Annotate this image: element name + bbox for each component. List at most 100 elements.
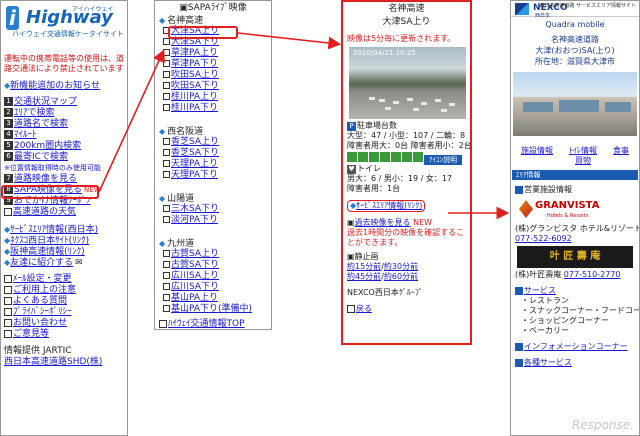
back-link[interactable]: 戻る xyxy=(356,304,372,313)
sapa-item[interactable]: 淡河PA下り xyxy=(155,215,271,226)
menu-item-label[interactable]: 道路映像を見る xyxy=(14,174,77,184)
external-link[interactable]: ◆ｻｰﾋﾞｽｴﾘｱ情報(西日本) xyxy=(1,224,127,235)
sapa-item-label[interactable]: 吹田SA上り xyxy=(171,70,219,80)
sapa-item-label[interactable]: 草津PA上り xyxy=(171,48,218,58)
sapa-item-label[interactable]: 広川SA下り xyxy=(171,282,219,292)
menu-item[interactable]: 2 ｴﾘｱで検索 xyxy=(1,108,127,119)
menu-item[interactable]: ※位置情報取得時のみ使用可能 xyxy=(1,163,127,174)
menu-item-label[interactable]: ﾏｲﾙｰﾄ xyxy=(14,130,37,140)
sapa-item[interactable]: 香芝SA上り xyxy=(155,137,271,148)
menu-item-label[interactable]: 200km圏内検索 xyxy=(14,141,81,151)
sapa-item-label[interactable]: 淡河PA下り xyxy=(171,215,218,225)
parking-icon: P xyxy=(347,122,356,131)
past-video-note: 過去1時間分の映像を確認することができます。 xyxy=(347,228,465,247)
settings-link-label[interactable]: ご意見等 xyxy=(13,329,49,339)
service-icon xyxy=(515,286,523,295)
menu-item-label[interactable]: 交通状況マップ xyxy=(14,97,77,107)
menu-item-label[interactable]: 最寄ICで検索 xyxy=(14,152,68,162)
sapa-item[interactable]: 香芝SA下り xyxy=(155,148,271,159)
watermark: Response. xyxy=(572,418,634,432)
top-link[interactable]: ﾊｲｳｪｲ交通情報TOP xyxy=(168,319,245,329)
tab-shopping[interactable]: 買物 xyxy=(575,156,591,165)
settings-link-label[interactable]: よくある質問 xyxy=(13,296,67,306)
sapa-item-label[interactable]: 桂川PA上り xyxy=(171,92,218,102)
sapa-item[interactable]: 広川SA上り xyxy=(155,271,271,282)
road-group-name: 名神高速 xyxy=(167,16,204,26)
services-link[interactable]: サービス xyxy=(524,286,556,295)
settings-link-label[interactable]: ﾒｰﾙ設定・変更 xyxy=(13,274,72,284)
road-group-name: 九州道 xyxy=(167,239,195,249)
menu-item[interactable]: 4 ﾏｲﾙｰﾄ xyxy=(1,130,127,141)
settings-link[interactable]: ﾌﾟﾗｲﾊﾞｼｰﾎﾟﾘｼｰ xyxy=(1,307,127,318)
menu-item[interactable]: 5 200km圏内検索 xyxy=(1,141,127,152)
external-link[interactable]: ◆友達に紹介する ✉ xyxy=(1,257,127,268)
sapa-item-label[interactable]: 三木SA下り xyxy=(171,204,219,214)
service-item: ・レストラン xyxy=(521,296,569,305)
external-link-label[interactable]: ｻｰﾋﾞｽｴﾘｱ情報(西日本) xyxy=(10,225,98,235)
sapa-item-label[interactable]: 天理PA上り xyxy=(171,159,218,169)
news-link[interactable]: ◆新機能追加のお知らせ xyxy=(1,80,127,91)
sapa-item[interactable]: 天理PA上り xyxy=(155,159,271,170)
settings-link-label[interactable]: ご利用上の注意 xyxy=(13,285,76,295)
sapa-item[interactable]: 古賀SA上り xyxy=(155,249,271,260)
sapa-item-label[interactable]: 広川SA上り xyxy=(171,271,219,281)
sapa-item[interactable]: 桂川PA下り xyxy=(155,103,271,114)
settings-link[interactable]: ﾒｰﾙ設定・変更 xyxy=(1,274,127,285)
sapa-item[interactable]: 三木SA下り xyxy=(155,204,271,215)
menu-item[interactable]: 1 交通状況マップ xyxy=(1,97,127,108)
sapa-item-label[interactable]: 古賀SA上り xyxy=(171,249,219,259)
external-link-label[interactable]: 友達に紹介する xyxy=(10,258,73,268)
tab-toilet[interactable]: ﾄｲﾚ情報 xyxy=(569,146,597,155)
provider-link[interactable]: 西日本高速道路SHD(株) xyxy=(4,357,102,367)
sa-info-link[interactable]: ◆ｻｰﾋﾞｽｴﾘｱ情報(ﾘﾝｸ) xyxy=(347,200,426,212)
menu-item[interactable]: 7 道路映像を見る xyxy=(1,174,127,185)
menu-item-label[interactable]: 道路名で検索 xyxy=(14,119,68,129)
menu-item-label[interactable]: ｴﾘｱで検索 xyxy=(14,108,55,118)
menu-item[interactable]: 3 道路名で検索 xyxy=(1,119,127,130)
info-corner-link[interactable]: インフォメーションコーナー xyxy=(524,342,628,351)
external-link-label[interactable]: 阪神高速情報(ﾘﾝｸ) xyxy=(10,247,85,257)
sapa-item[interactable]: 草津PA上り xyxy=(155,48,271,59)
sapa-item[interactable]: 吹田SA下り xyxy=(155,81,271,92)
external-link-label[interactable]: ﾈｸｽｺ西日本ｻｲﾄ(ﾘﾝｸ) xyxy=(10,236,89,246)
sapa-item-label[interactable]: 基山PA上り xyxy=(171,293,218,303)
settings-link[interactable]: ご意見等 xyxy=(1,329,127,340)
film-icon: ▣ xyxy=(347,218,355,227)
sapa-item[interactable]: 古賀SA下り xyxy=(155,260,271,271)
sapa-item[interactable]: 吹田SA上り xyxy=(155,70,271,81)
sapa-item[interactable]: 桂川PA上り xyxy=(155,92,271,103)
sapa-item[interactable]: 広川SA下り xyxy=(155,282,271,293)
sapa-item-label[interactable]: 香芝SA上り xyxy=(171,137,219,147)
sapa-item[interactable]: 草津PA下り xyxy=(155,59,271,70)
checkbox-icon xyxy=(163,138,170,145)
other-services-link[interactable]: 各種サービス xyxy=(524,358,572,367)
settings-link[interactable]: お問い合わせ xyxy=(1,318,127,329)
sapa-item-label[interactable]: 天理PA下り xyxy=(171,170,218,180)
sapa-item-label[interactable]: 桂川PA下り xyxy=(171,103,218,113)
settings-link[interactable]: よくある質問 xyxy=(1,296,127,307)
sapa-item-label[interactable]: 吹田SA下り xyxy=(171,81,219,91)
menu-item-label[interactable]: 高速道路の天気 xyxy=(13,207,76,217)
sapa-item[interactable]: 基山PA上り xyxy=(155,293,271,304)
checkbox-icon xyxy=(4,307,12,316)
shop1-tel[interactable]: 077-522-6092 xyxy=(515,234,572,243)
sapa-item-label[interactable]: 草津PA下り xyxy=(171,59,218,69)
menu-item[interactable]: 6 最寄ICで検索 xyxy=(1,152,127,163)
photo-timestamp: 2010/04/21 10:25 xyxy=(353,49,416,57)
tab-facility[interactable]: 施設情報 xyxy=(521,146,553,155)
sapa-item-label[interactable]: 基山PA下り(準備中) xyxy=(171,304,252,314)
past-video-link[interactable]: ▣過去映像を見る NEW xyxy=(343,218,470,228)
sapa-item[interactable]: 基山PA下り(準備中) xyxy=(155,304,271,315)
external-link[interactable]: ◆ﾈｸｽｺ西日本ｻｲﾄ(ﾘﾝｸ) xyxy=(1,235,127,246)
shop2-tel[interactable]: 077-510-2770 xyxy=(564,270,621,279)
settings-link-label[interactable]: ﾌﾟﾗｲﾊﾞｼｰﾎﾟﾘｼｰ xyxy=(13,307,72,317)
settings-link[interactable]: ご利用上の注意 xyxy=(1,285,127,296)
sapa-item[interactable]: 天理PA下り xyxy=(155,170,271,181)
external-link[interactable]: ◆阪神高速情報(ﾘﾝｸ) xyxy=(1,246,127,257)
sapa-item-label[interactable]: 香芝SA下り xyxy=(171,148,219,158)
settings-link-label[interactable]: お問い合わせ xyxy=(13,318,67,328)
checkbox-icon xyxy=(163,305,170,312)
sapa-item-label[interactable]: 古賀SA下り xyxy=(171,260,219,270)
menu-item[interactable]: 高速道路の天気 xyxy=(1,207,127,218)
tab-meals[interactable]: 食事 xyxy=(613,146,629,155)
